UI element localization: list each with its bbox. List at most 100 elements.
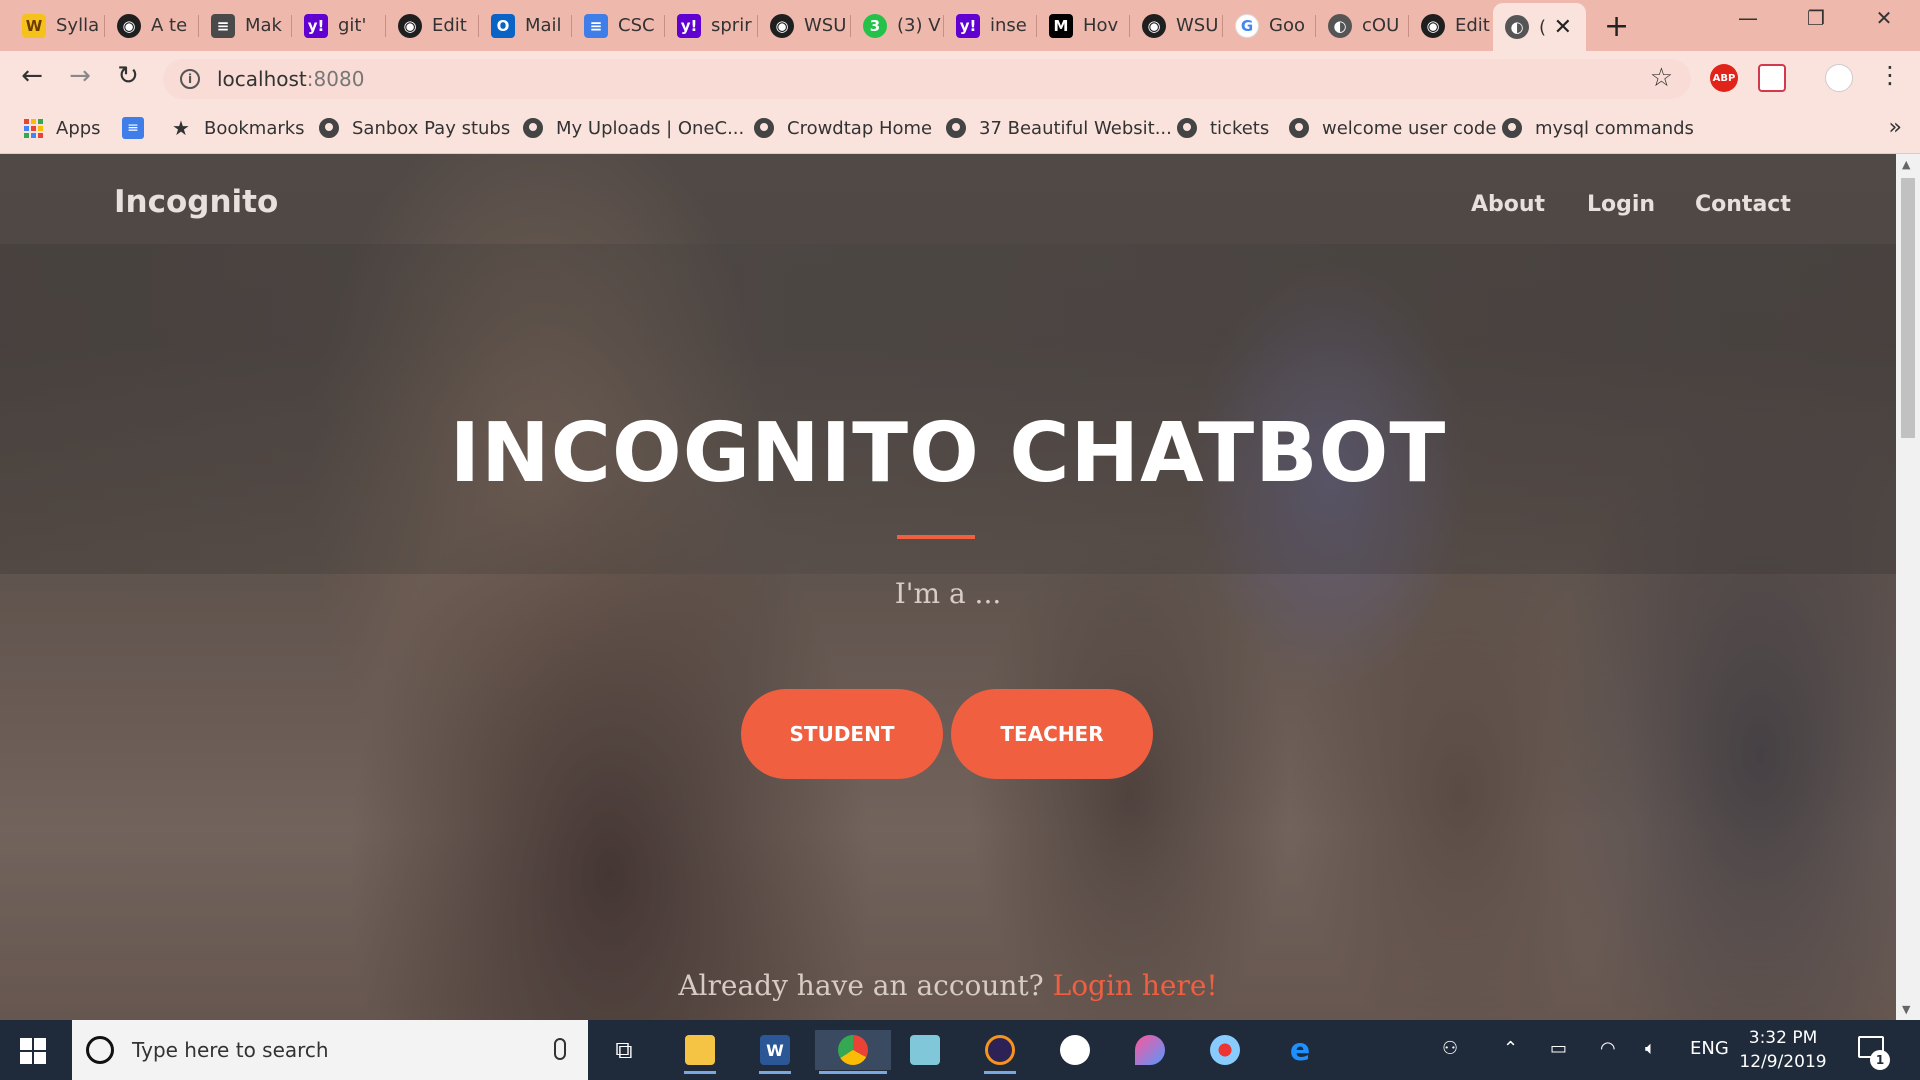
menu-icon[interactable]: ⋮	[1878, 61, 1902, 89]
page-scrollbar[interactable]: ▲ ▼	[1896, 154, 1920, 1020]
scroll-thumb[interactable]	[1901, 178, 1915, 438]
bookmark-label: Bookmarks	[204, 117, 305, 139]
clock-date: 12/9/2019	[1739, 1052, 1827, 1072]
info-icon[interactable]: i	[180, 69, 200, 89]
task-view-icon[interactable]: ⧉	[604, 1030, 644, 1070]
github-icon: ◉	[398, 13, 422, 38]
close-tab-icon[interactable]: ✕	[1554, 15, 1572, 40]
browser-tab[interactable]: y! sprir	[665, 6, 758, 45]
browser-tab[interactable]: ◉ Edit	[386, 6, 479, 45]
browser-tab[interactable]: ◉ WSU	[758, 6, 851, 45]
student-button[interactable]: STUDENT	[741, 689, 943, 779]
edge-icon[interactable]: e	[1280, 1030, 1320, 1070]
tab-title: WSU	[1176, 15, 1219, 36]
windows-taskbar: Type here to search ⧉ W e ⚇ ⌃ ▭ ◠ 🔈︎ ENG…	[0, 1020, 1920, 1080]
language-indicator[interactable]: ENG	[1690, 1038, 1729, 1059]
bookmark-label: mysql commands	[1535, 117, 1694, 139]
bookmark-star-icon[interactable]: ☆	[1650, 63, 1673, 93]
browser-tab[interactable]: ◉ A te	[105, 6, 199, 45]
address-bar[interactable]: i localhost:8080 ☆	[163, 59, 1691, 99]
hero-title: INCOGNITO CHATBOT	[449, 406, 1447, 501]
bookmark-apps[interactable]: Apps	[22, 117, 101, 139]
bookmark-label: Sanbox Pay stubs	[352, 117, 511, 139]
bookmark-tickets[interactable]: tickets	[1176, 117, 1269, 139]
tab-title: Edit	[432, 15, 467, 36]
clock-time: 3:32 PM	[1748, 1028, 1818, 1048]
bookmark-my-uploads[interactable]: My Uploads | OneC...	[522, 117, 744, 139]
windows-start-icon[interactable]	[20, 1038, 46, 1064]
browser-tab[interactable]: 3 (3) V	[851, 6, 944, 45]
volume-icon[interactable]: 🔈︎	[1645, 1038, 1656, 1059]
back-button[interactable]: ←	[14, 61, 50, 91]
bookmark-welcome-user-code[interactable]: welcome user code	[1288, 117, 1496, 139]
restore-button[interactable]: ❐	[1786, 6, 1846, 30]
tab-title: cOU	[1362, 15, 1400, 36]
reload-button[interactable]: ↻	[110, 61, 146, 91]
browser-tab[interactable]: G Goo	[1223, 6, 1316, 45]
browser-tab[interactable]: ◉ Edit	[1409, 6, 1493, 45]
file-explorer-icon[interactable]	[680, 1030, 720, 1074]
tab-title: Goo	[1269, 15, 1305, 36]
site-brand-link[interactable]: Incognito	[114, 184, 278, 220]
hero-subtitle: I'm a ...	[894, 577, 1002, 610]
microphone-icon[interactable]	[554, 1038, 566, 1060]
bookmark-crowdtap-home[interactable]: Crowdtap Home	[753, 117, 932, 139]
notes-app-icon[interactable]	[905, 1030, 945, 1070]
nav-about-link[interactable]: About	[1471, 192, 1545, 217]
close-window-button[interactable]: ✕	[1854, 6, 1914, 30]
word-icon[interactable]: W	[755, 1030, 795, 1074]
scroll-up-arrow-icon[interactable]: ▲	[1902, 158, 1910, 171]
nav-login-link[interactable]: Login	[1587, 192, 1655, 217]
adblock-plus-icon[interactable]: ABP	[1710, 64, 1738, 92]
paint-app-icon[interactable]	[1205, 1030, 1245, 1070]
tab-title: WSU	[804, 15, 847, 36]
tab-title: inse	[990, 15, 1027, 36]
browser-tab[interactable]: y! git'	[292, 6, 386, 45]
wifi-icon[interactable]: ◠	[1600, 1038, 1616, 1059]
forward-button[interactable]: →	[62, 61, 98, 91]
globe-icon	[522, 117, 544, 139]
browser-tab-active[interactable]: ◐ ( ✕	[1493, 3, 1586, 51]
browser-tab[interactable]: W Sylla	[10, 6, 105, 45]
browser-tab[interactable]: M Hov	[1037, 6, 1130, 45]
bookmark-mysql-commands[interactable]: mysql commands	[1501, 117, 1694, 139]
taskbar-search-box[interactable]: Type here to search	[72, 1020, 588, 1080]
star-icon: ★	[172, 116, 190, 140]
show-hidden-icons-chevron-icon[interactable]: ⌃	[1503, 1038, 1518, 1059]
globe-icon	[1288, 117, 1310, 139]
eclipse-icon[interactable]	[980, 1030, 1020, 1074]
pocket-icon[interactable]	[1758, 64, 1786, 92]
profile-avatar[interactable]	[1825, 64, 1853, 92]
chrome-icon[interactable]	[815, 1030, 891, 1074]
browser-tab[interactable]: y! inse	[944, 6, 1037, 45]
bookmark-37-beautiful-websites[interactable]: 37 Beautiful Websit...	[945, 117, 1172, 139]
yahoo-icon: y!	[304, 13, 328, 38]
maps-app-icon[interactable]	[1130, 1030, 1170, 1070]
yahoo-icon: y!	[956, 13, 980, 38]
people-icon[interactable]: ⚇	[1442, 1038, 1458, 1059]
login-here-link[interactable]: Login here!	[1053, 969, 1218, 1002]
minimize-button[interactable]: —	[1718, 6, 1778, 30]
tab-title: Edit	[1455, 15, 1490, 36]
browser-tab[interactable]: ◉ WSU	[1130, 6, 1223, 45]
bookmark-docs[interactable]: ≡	[122, 117, 156, 139]
hero-divider	[897, 535, 975, 539]
more-bookmarks-button[interactable]: »	[1889, 115, 1902, 140]
github-icon: ◉	[117, 13, 141, 38]
teacher-button[interactable]: TEACHER	[951, 689, 1153, 779]
account-prompt-text: Already have an account?	[678, 969, 1044, 1002]
nav-contact-link[interactable]: Contact	[1695, 192, 1791, 217]
photos-app-icon[interactable]	[1055, 1030, 1095, 1070]
battery-icon[interactable]: ▭	[1550, 1038, 1567, 1059]
google-docs-icon: ≡	[584, 13, 608, 38]
browser-tab[interactable]: ◐ cOU	[1316, 6, 1409, 45]
browser-tab[interactable]: ≡ CSC	[572, 6, 665, 45]
bookmark-sanbox-pay-stubs[interactable]: Sanbox Pay stubs	[318, 117, 510, 139]
new-tab-button[interactable]: +	[1604, 9, 1629, 44]
outlook-icon: O	[491, 13, 515, 38]
browser-tab[interactable]: O Mail	[479, 6, 572, 45]
bookmark-bookmarks[interactable]: ★ Bookmarks	[170, 116, 305, 140]
browser-tab[interactable]: ≡ Mak	[199, 6, 292, 45]
scroll-down-arrow-icon[interactable]: ▼	[1902, 1003, 1910, 1016]
system-clock[interactable]: 3:32 PM 12/9/2019	[1738, 1026, 1828, 1074]
